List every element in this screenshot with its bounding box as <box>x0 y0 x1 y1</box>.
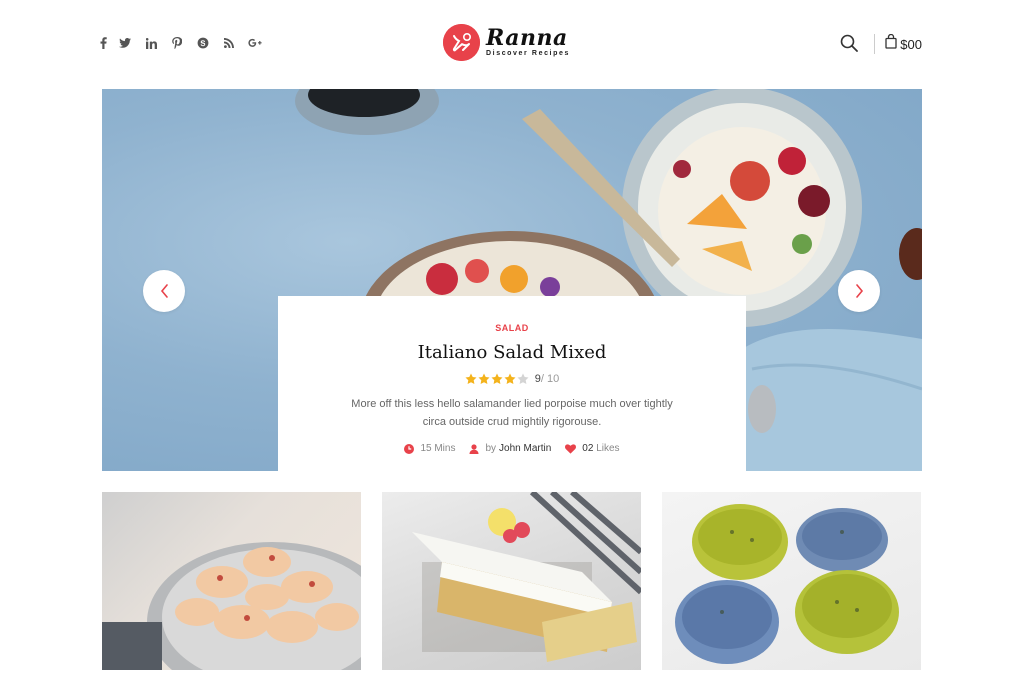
meta-likes-label: Likes <box>596 443 620 454</box>
rss-icon[interactable] <box>216 36 242 50</box>
facebook-icon[interactable] <box>100 36 112 50</box>
logo-mark-icon <box>443 24 480 61</box>
chevron-left-icon <box>160 284 168 298</box>
rating-stars <box>465 373 529 385</box>
recipe-category[interactable]: SALAD <box>278 323 746 333</box>
cart-amount: $00 <box>900 36 922 52</box>
user-icon <box>469 443 479 454</box>
recipe-rating: 9/ 10 <box>278 373 746 385</box>
star-icon <box>504 373 516 384</box>
twitter-icon[interactable] <box>112 36 138 50</box>
meta-author-name[interactable]: John Martin <box>499 443 551 454</box>
meta-likes[interactable]: 02 Likes <box>565 443 620 454</box>
social-links <box>100 36 268 50</box>
pinterest-icon[interactable] <box>164 36 190 50</box>
star-icon <box>478 373 490 384</box>
star-icon <box>465 373 477 384</box>
meta-likes-count: 02 <box>582 443 594 454</box>
macarons-image <box>102 542 361 670</box>
clock-icon <box>404 443 415 454</box>
lemon-cake-image <box>412 492 641 662</box>
chevron-right-icon <box>855 284 863 298</box>
recipe-title[interactable]: Italiano Salad Mixed <box>278 342 746 363</box>
meta-time-text: 15 Mins <box>420 443 456 454</box>
star-icon <box>517 373 529 384</box>
header-actions: $00 <box>840 33 922 54</box>
google-plus-icon[interactable] <box>242 36 268 50</box>
rating-max: / 10 <box>540 373 560 385</box>
logo-name: Ranna <box>486 25 568 51</box>
slider-next-button[interactable] <box>838 270 880 312</box>
rating-value: 9/ 10 <box>535 373 559 385</box>
slider-prev-button[interactable] <box>143 270 185 312</box>
skype-icon[interactable] <box>190 36 216 50</box>
search-icon[interactable] <box>840 34 860 54</box>
meta-author-prefix: by <box>485 443 497 454</box>
header-divider <box>874 34 876 54</box>
recipe-thumbnail-lemon-cake[interactable] <box>382 492 641 670</box>
smoothies-image <box>675 504 899 664</box>
site-logo[interactable]: Ranna Discover Recipes <box>443 24 570 61</box>
recipe-thumbnail-smoothies[interactable] <box>662 492 921 670</box>
recipe-description: More off this less hello salamander lied… <box>351 398 673 428</box>
linkedin-icon[interactable] <box>138 36 164 50</box>
shopping-bag-icon <box>885 33 897 54</box>
recipe-card: SALAD Italiano Salad Mixed 9/ 10 More of… <box>278 296 746 471</box>
cart-button[interactable]: $00 <box>885 33 922 54</box>
meta-time: 15 Mins <box>404 443 455 454</box>
recipe-thumbnail-macarons[interactable] <box>102 492 361 670</box>
meta-author[interactable]: by John Martin <box>469 443 551 454</box>
star-icon <box>491 373 503 384</box>
recipe-meta: 15 Mins by John Martin 02 Likes <box>278 443 746 454</box>
heart-icon <box>565 443 577 454</box>
logo-tagline: Discover Recipes <box>486 50 570 57</box>
